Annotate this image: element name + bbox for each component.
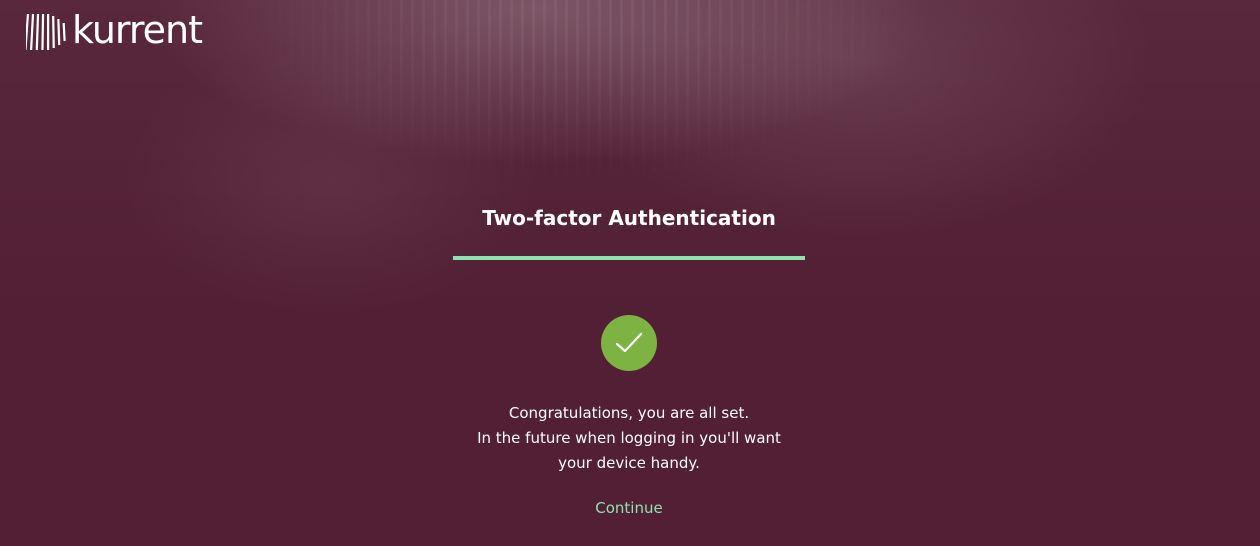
checkmark-icon — [615, 332, 643, 353]
success-message: Congratulations, you are all set. In the… — [453, 401, 805, 476]
message-line: In the future when logging in you'll wan… — [477, 429, 781, 447]
page-title: Two-factor Authentication — [482, 206, 776, 230]
brand-logo: kurrent — [26, 8, 203, 52]
message-line: your device handy. — [558, 454, 700, 472]
brand-name: kurrent — [72, 8, 203, 52]
two-factor-card: Two-factor Authentication Congratulation… — [453, 200, 805, 518]
message-line: Congratulations, you are all set. — [508, 404, 750, 422]
progress-bar — [453, 256, 805, 260]
check-circle-icon — [601, 315, 657, 371]
kurrent-stripes-logo-icon — [26, 14, 66, 50]
progress-bar-fill — [453, 256, 805, 260]
continue-link[interactable]: Continue — [595, 499, 662, 517]
